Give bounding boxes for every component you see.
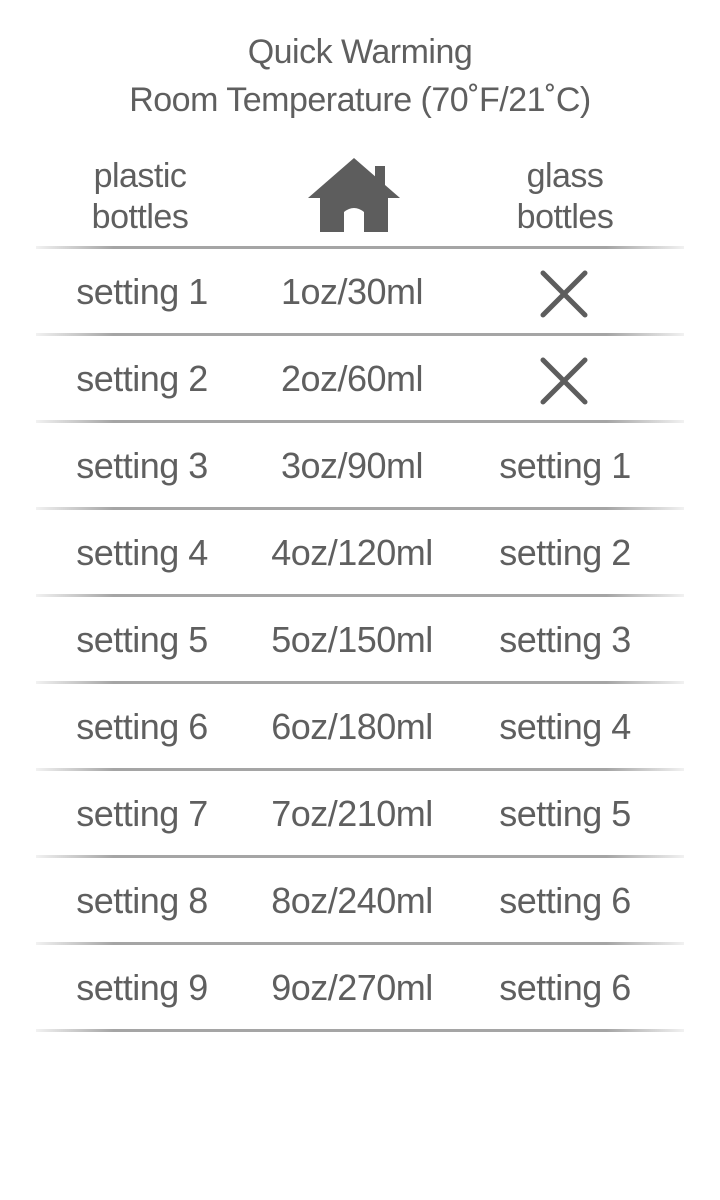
x-icon bbox=[540, 270, 588, 318]
plastic-setting-cell: setting 6 bbox=[76, 706, 208, 747]
glass-setting-cell: setting 2 bbox=[499, 532, 631, 573]
header-plastic-line-2: bottles bbox=[91, 198, 189, 236]
table-row: setting 7 7oz/210ml setting 5 bbox=[0, 771, 720, 857]
volume-cell: 2oz/60ml bbox=[280, 358, 424, 399]
x-icon bbox=[540, 357, 588, 405]
volume-cell: 4oz/120ml bbox=[271, 532, 433, 573]
plastic-setting-cell: setting 7 bbox=[76, 793, 208, 834]
plastic-setting-cell: setting 2 bbox=[76, 358, 208, 399]
header-glass-bottles: glass bottles bbox=[465, 156, 665, 238]
glass-setting-cell: setting 5 bbox=[499, 793, 631, 834]
plastic-setting-cell: setting 4 bbox=[76, 532, 208, 573]
volume-cell: 7oz/210ml bbox=[271, 793, 433, 834]
plastic-setting-cell: setting 3 bbox=[76, 445, 208, 486]
table-row: setting 3 3oz/90ml setting 1 bbox=[0, 423, 720, 509]
header-plastic-bottles: plastic bottles bbox=[40, 156, 240, 238]
title-line-2: Room Temperature (70˚F/21˚C) bbox=[129, 81, 591, 119]
table-row: setting 2 2oz/60ml bbox=[0, 336, 720, 422]
plastic-setting-cell: setting 9 bbox=[76, 967, 208, 1008]
table-row: setting 4 4oz/120ml setting 2 bbox=[0, 510, 720, 596]
volume-cell: 1oz/30ml bbox=[280, 271, 424, 312]
chart-title: Quick Warming Room Temperature (70˚F/21˚… bbox=[0, 28, 720, 124]
glass-setting-cell: setting 3 bbox=[499, 619, 631, 660]
glass-setting-cell: setting 6 bbox=[499, 967, 631, 1008]
table-row: setting 9 9oz/270ml setting 6 bbox=[0, 945, 720, 1031]
title-line-1: Quick Warming bbox=[247, 33, 473, 71]
table-header: plastic bottles glass bottles bbox=[0, 154, 720, 244]
header-glass-line-1: glass bbox=[526, 157, 604, 195]
table-row: setting 6 6oz/180ml setting 4 bbox=[0, 684, 720, 770]
volume-cell: 8oz/240ml bbox=[271, 880, 433, 921]
plastic-setting-cell: setting 8 bbox=[76, 880, 208, 921]
glass-setting-cell: setting 4 bbox=[499, 706, 631, 747]
row-divider bbox=[36, 1029, 684, 1032]
volume-cell: 6oz/180ml bbox=[271, 706, 433, 747]
volume-cell: 9oz/270ml bbox=[271, 967, 433, 1008]
volume-cell: 3oz/90ml bbox=[280, 445, 424, 486]
house-icon bbox=[308, 158, 400, 232]
volume-cell: 5oz/150ml bbox=[271, 619, 433, 660]
glass-setting-cell: setting 1 bbox=[499, 445, 631, 486]
plastic-setting-cell: setting 1 bbox=[76, 271, 208, 312]
plastic-setting-cell: setting 5 bbox=[76, 619, 208, 660]
table-row: setting 5 5oz/150ml setting 3 bbox=[0, 597, 720, 683]
table-row: setting 8 8oz/240ml setting 6 bbox=[0, 858, 720, 944]
table-row: setting 1 1oz/30ml bbox=[0, 249, 720, 335]
glass-setting-cell: setting 6 bbox=[499, 880, 631, 921]
header-glass-line-2: bottles bbox=[516, 198, 614, 236]
header-plastic-line-1: plastic bbox=[93, 157, 187, 195]
